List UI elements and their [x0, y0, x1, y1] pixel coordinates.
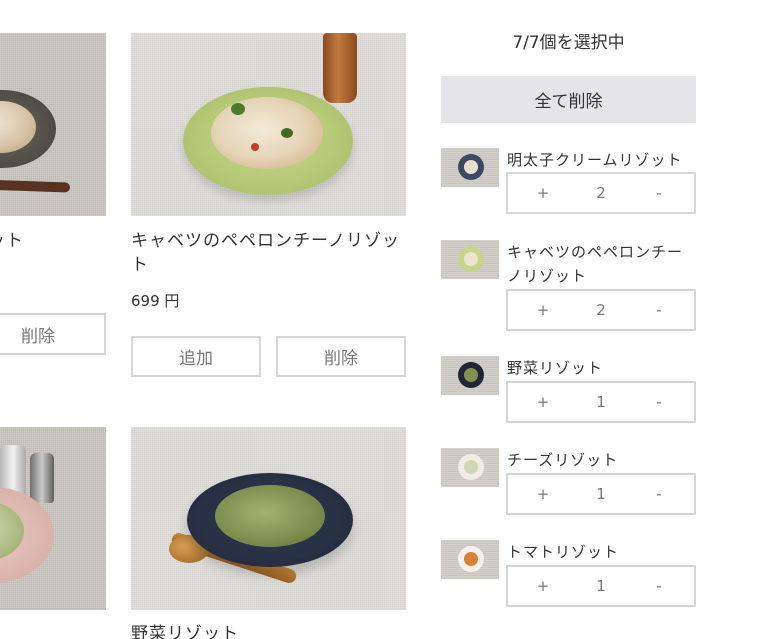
quantity-value: 1: [596, 577, 606, 595]
cart-item-name: トマトリゾット: [507, 543, 620, 561]
dish: [458, 246, 484, 272]
decrement-button[interactable]: -: [624, 485, 694, 503]
pepper-shaker: [30, 453, 54, 503]
quantity-stepper: + 1 -: [506, 381, 696, 423]
increment-button[interactable]: +: [508, 301, 578, 319]
decrement-button[interactable]: -: [624, 577, 694, 595]
cart-item-name: キャベツのペペロンチーノリゾット: [507, 243, 684, 285]
increment-button[interactable]: +: [508, 393, 578, 411]
increment-button[interactable]: +: [508, 184, 578, 202]
quantity-value: 1: [596, 393, 606, 411]
quantity-value: 1: [596, 485, 606, 503]
add-button[interactable]: 追加: [131, 336, 261, 377]
herb: [231, 103, 245, 115]
pepper-mill: [323, 33, 357, 103]
decrement-button[interactable]: -: [624, 184, 694, 202]
dish: [458, 454, 484, 480]
decrement-button[interactable]: -: [624, 393, 694, 411]
cart-count: 7/7個を選択中: [512, 33, 625, 53]
chopsticks: [0, 179, 71, 193]
clear-all-button[interactable]: 全て削除: [441, 76, 696, 123]
product-image-cabbage-peperoncino[interactable]: [131, 33, 406, 216]
cart-item-thumbnail: [441, 356, 499, 395]
product-image-cheese[interactable]: [0, 427, 106, 610]
product-name: キャベツのペペロンチーノリゾット: [131, 231, 400, 275]
cart-item-thumbnail: [441, 448, 499, 487]
quantity-stepper: + 2 -: [506, 172, 696, 214]
cart-item-name: 野菜リゾット: [507, 359, 604, 377]
product-price: 699 円: [131, 292, 180, 310]
increment-button[interactable]: +: [508, 577, 578, 595]
increment-button[interactable]: +: [508, 485, 578, 503]
dish: [458, 362, 484, 388]
cart-item-name: チーズリゾット: [507, 451, 619, 469]
remove-button[interactable]: 削除: [276, 336, 406, 377]
dish: [458, 154, 484, 180]
product-image-mentaiko[interactable]: [0, 33, 106, 216]
quantity-value: 2: [596, 184, 606, 202]
herb: [281, 128, 293, 138]
quantity-stepper: + 1 -: [506, 565, 696, 607]
cart-item-thumbnail: [441, 240, 499, 279]
food: [211, 97, 323, 169]
cart-item-thumbnail: [441, 540, 499, 579]
cart-item-thumbnail: [441, 148, 499, 187]
quantity-stepper: + 2 -: [506, 289, 696, 331]
dish: [458, 546, 484, 572]
product-image-vegetable[interactable]: [131, 427, 406, 610]
cart-item-name: 明太子クリームリゾット: [507, 151, 683, 169]
decrement-button[interactable]: -: [624, 301, 694, 319]
page: ゾット 削除 キャベツのペペロンチーノリゾット 699 円 追加 削除 野菜リゾ…: [0, 0, 771, 639]
quantity-value: 2: [596, 301, 606, 319]
quantity-stepper: + 1 -: [506, 473, 696, 515]
remove-button[interactable]: 削除: [0, 313, 106, 355]
product-name: 野菜リゾット: [131, 624, 239, 639]
chili: [251, 143, 259, 151]
food: [215, 485, 325, 547]
